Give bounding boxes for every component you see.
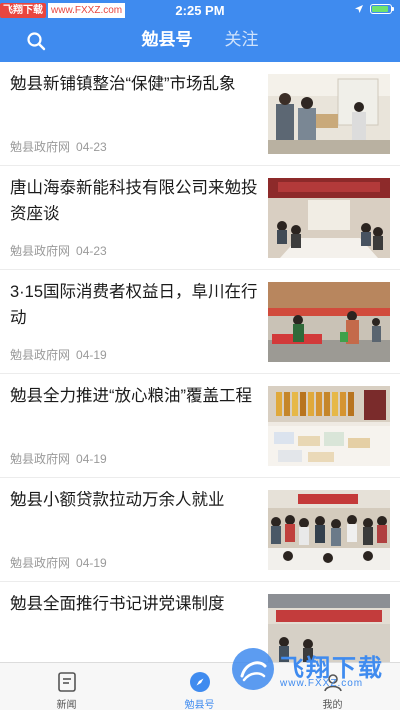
status-bar: 飞翔下载 www.FXXZ.com 2:25 PM — [0, 0, 400, 20]
news-item[interactable]: 勉县全力推进“放心粮油”覆盖工程 勉县政府网 04-19 — [0, 374, 400, 478]
nav-bar: 勉县号 关注 — [0, 20, 400, 62]
watermark-circle-icon — [232, 648, 274, 690]
tab-mianxianhao[interactable]: 勉县号 — [142, 28, 193, 52]
news-source: 勉县政府网 — [10, 244, 71, 258]
tab-follow[interactable]: 关注 — [225, 28, 259, 52]
news-thumbnail — [268, 178, 390, 258]
news-date: 04-19 — [76, 556, 107, 570]
news-title: 勉县新铺镇整治“保健”市场乱象 — [10, 75, 236, 93]
location-arrow-icon — [355, 5, 363, 13]
news-item[interactable]: 唐山海泰新能科技有限公司来勉投资座谈 勉县政府网 04-23 — [0, 166, 400, 270]
news-meta: 勉县政府网 04-19 — [10, 554, 107, 571]
top-header: 飞翔下载 www.FXXZ.com 2:25 PM 勉县号 关注 — [0, 0, 400, 62]
news-thumbnail — [268, 74, 390, 154]
watermark-domain: www.FXXZ.com — [280, 678, 364, 689]
news-icon — [58, 672, 76, 692]
news-thumbnail — [268, 490, 390, 570]
news-title: 勉县全面推行书记讲党课制度 — [10, 595, 225, 613]
tabbar-label-mianxianhao: 勉县号 — [184, 700, 215, 711]
news-date: 04-19 — [76, 348, 107, 362]
news-list: 勉县新铺镇整治“保健”市场乱象 勉县政府网 04-23 唐山海泰新能科技有限公司来… — [0, 62, 400, 662]
news-title: 唐山海泰新能科技有限公司来勉投资座谈 — [10, 179, 258, 223]
news-thumbnail — [268, 282, 390, 362]
news-date: 04-23 — [76, 244, 107, 258]
news-meta: 勉县政府网 04-19 — [10, 450, 107, 467]
news-meta: 勉县政府网 04-19 — [10, 346, 107, 363]
watermark-logo: 飞翔下载 www.FXXZ.com — [232, 646, 400, 696]
tabbar-label-profile: 我的 — [322, 700, 343, 711]
compass-icon — [190, 672, 210, 692]
news-item[interactable]: 勉县新铺镇整治“保健”市场乱象 勉县政府网 04-23 — [0, 62, 400, 166]
news-source: 勉县政府网 — [10, 452, 71, 466]
status-icons — [354, 4, 394, 14]
news-title: 勉县全力推进“放心粮油”覆盖工程 — [10, 387, 252, 405]
news-date: 04-19 — [76, 452, 107, 466]
news-meta: 勉县政府网 04-23 — [10, 138, 107, 155]
tabbar-label-news: 新闻 — [56, 700, 77, 711]
battery-fill — [372, 6, 389, 12]
battery-icon — [370, 4, 394, 14]
news-thumbnail — [268, 386, 390, 466]
news-source: 勉县政府网 — [10, 556, 71, 570]
nav-tabs: 勉县号 关注 — [0, 28, 400, 52]
news-source: 勉县政府网 — [10, 348, 71, 362]
news-item[interactable]: 3·15国际消费者权益日，阜川在行动 勉县政府网 04-19 — [0, 270, 400, 374]
status-time: 2:25 PM — [175, 3, 225, 18]
news-meta: 勉县政府网 04-23 — [10, 242, 107, 259]
news-date: 04-23 — [76, 140, 107, 154]
news-title: 3·15国际消费者权益日，阜川在行动 — [10, 283, 258, 327]
news-item[interactable]: 勉县小额贷款拉动万余人就业 勉县政府网 04-19 — [0, 478, 400, 582]
news-source: 勉县政府网 — [10, 140, 71, 154]
news-title: 勉县小额贷款拉动万余人就业 — [10, 491, 225, 509]
tabbar-item-news[interactable]: 新闻 — [0, 663, 133, 711]
